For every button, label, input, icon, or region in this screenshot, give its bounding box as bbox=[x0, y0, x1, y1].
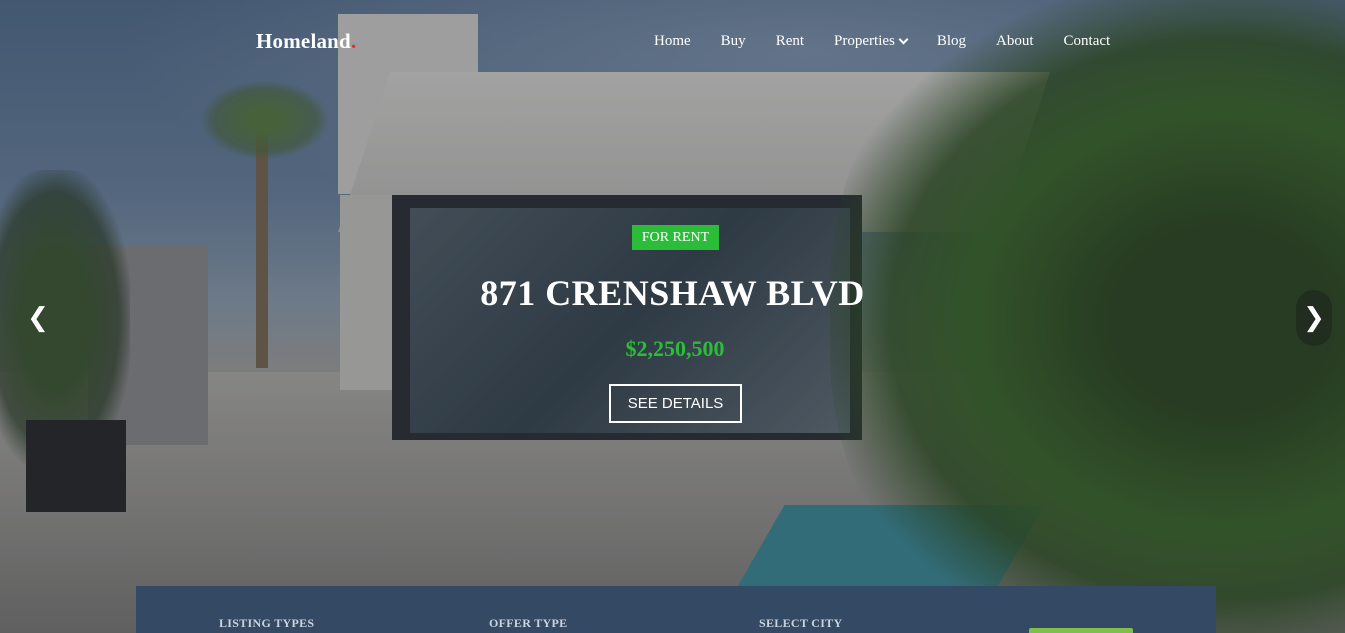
nav-home[interactable]: Home bbox=[654, 33, 691, 50]
listing-types-label: LISTING TYPES bbox=[219, 616, 315, 630]
hero-slide-background bbox=[0, 0, 1345, 633]
nav-buy-label: Buy bbox=[720, 33, 746, 49]
site-logo[interactable]: Homeland. bbox=[256, 29, 356, 54]
logo-text: Homeland bbox=[256, 29, 351, 53]
property-title: 871 CRENSHAW BLVD bbox=[480, 273, 865, 313]
nav-about[interactable]: About bbox=[996, 33, 1034, 50]
chevron-down-icon bbox=[898, 34, 909, 45]
search-button[interactable] bbox=[1029, 628, 1133, 633]
nav-blog[interactable]: Blog bbox=[937, 33, 966, 50]
nav-blog-label: Blog bbox=[936, 33, 967, 49]
prev-slide-arrow-icon[interactable]: ❮ bbox=[20, 290, 56, 346]
property-search-panel: LISTING TYPES OFFER TYPE SELECT CITY bbox=[136, 586, 1216, 633]
nav-properties-label: Properties bbox=[834, 33, 895, 49]
next-slide-arrow-icon[interactable]: ❯ bbox=[1296, 290, 1332, 346]
logo-dot: . bbox=[350, 29, 357, 53]
nav-buy[interactable]: Buy bbox=[721, 33, 746, 50]
nav-rent-label: Rent bbox=[775, 33, 805, 49]
see-details-button[interactable]: SEE DETAILS bbox=[609, 384, 742, 423]
property-price: $2,250,500 bbox=[625, 336, 725, 361]
nav-about-label: About bbox=[996, 33, 1034, 49]
select-city-label: SELECT CITY bbox=[759, 616, 843, 630]
hero-overlay bbox=[0, 0, 1345, 633]
listing-status-badge: FOR RENT bbox=[632, 225, 719, 250]
nav-rent[interactable]: Rent bbox=[776, 33, 804, 50]
nav-contact[interactable]: Contact bbox=[1064, 33, 1111, 50]
nav-properties[interactable]: Properties bbox=[834, 33, 909, 50]
nav-contact-label: Contact bbox=[1063, 33, 1111, 49]
offer-type-label: OFFER TYPE bbox=[489, 616, 568, 630]
main-nav: Home Buy Rent Properties Blog About Cont… bbox=[654, 33, 1110, 50]
nav-home-label: Home bbox=[654, 33, 691, 49]
